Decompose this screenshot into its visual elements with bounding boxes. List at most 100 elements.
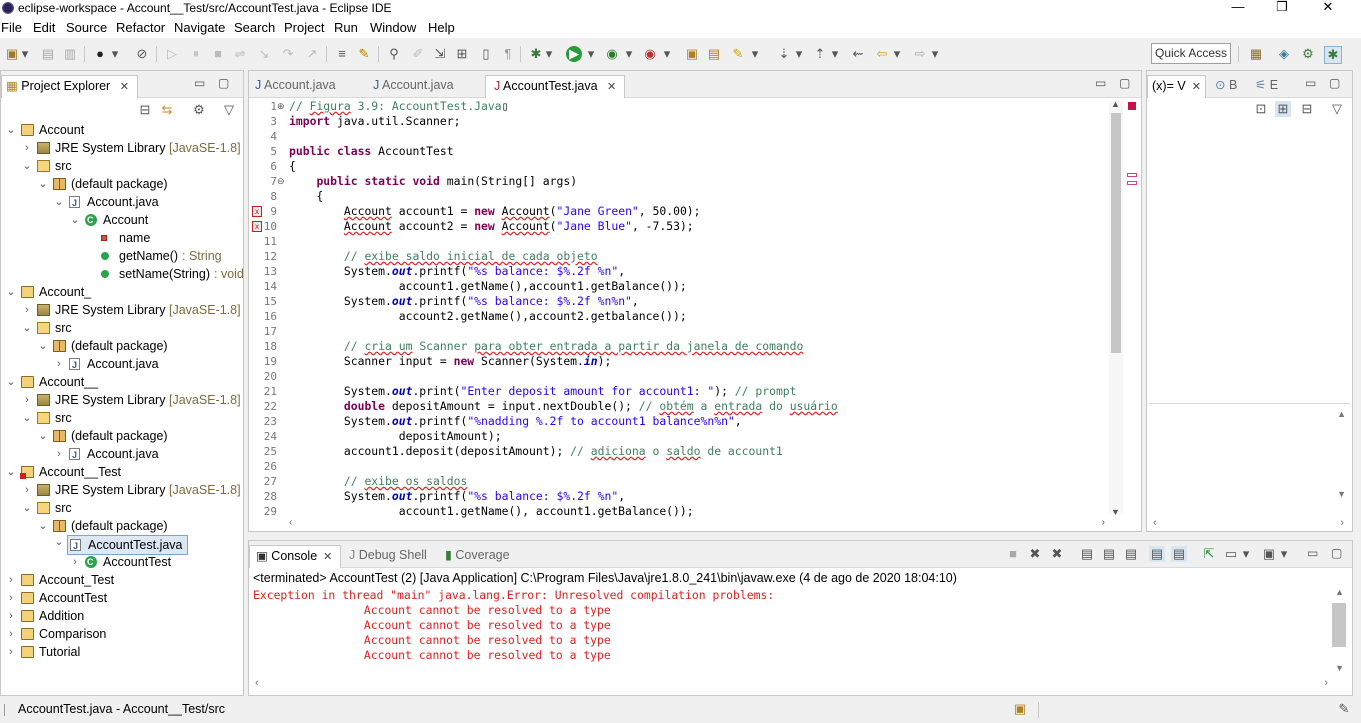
code-line[interactable]: // Figura 3.9: AccountTest.Java▯: [289, 99, 508, 114]
tree-item-java[interactable]: AccountTest.java: [67, 535, 188, 555]
java-perspective-icon[interactable]: ⚙: [1300, 46, 1316, 62]
maximize-icon[interactable]: ▢: [1329, 76, 1340, 90]
next-annotation-dropdown-icon[interactable]: ▾: [794, 46, 804, 62]
expand-fold-icon[interactable]: ⊕: [277, 99, 285, 114]
collapse-fold-icon[interactable]: ⊖: [277, 174, 285, 189]
menu-source[interactable]: Source: [66, 20, 107, 35]
step-into-icon[interactable]: ↘: [256, 46, 272, 62]
menu-navigate[interactable]: Navigate: [174, 20, 225, 35]
minimize-icon[interactable]: ▭: [1095, 76, 1106, 90]
editor-vertical-scrollbar[interactable]: ▲ ▼: [1109, 99, 1123, 517]
chevron-right-icon[interactable]: ›: [21, 481, 33, 499]
minimize-icon[interactable]: ▭: [194, 76, 205, 90]
close-icon[interactable]: ✕: [120, 81, 129, 93]
tree-item-field[interactable]: name: [1, 229, 241, 247]
tree-item-proj[interactable]: › Addition: [1, 607, 241, 625]
scroll-right-icon[interactable]: ›: [1102, 517, 1105, 528]
chevron-down-icon[interactable]: ⌄: [53, 535, 65, 548]
tree-item-src[interactable]: ⌄ src: [1, 409, 241, 427]
menu-refactor[interactable]: Refactor: [116, 20, 165, 35]
notifications-icon[interactable]: ✎: [1336, 701, 1352, 717]
view-menu-icon[interactable]: ▽: [221, 102, 237, 118]
code-line[interactable]: System.out.printf("%s balance: $%.2f %n%…: [289, 294, 639, 309]
code-line[interactable]: public class AccountTest: [289, 144, 454, 159]
chevron-down-icon[interactable]: ⌄: [37, 337, 49, 355]
code-line[interactable]: public static void main(String[] args): [289, 174, 577, 189]
close-window-button[interactable]: ✕: [1305, 0, 1351, 18]
code-line[interactable]: {: [289, 159, 296, 174]
tab-breakpoints[interactable]: ⊙ B: [1215, 75, 1237, 97]
menu-file[interactable]: File: [1, 20, 22, 35]
menu-edit[interactable]: Edit: [33, 20, 55, 35]
view-menu-icon[interactable]: ▽: [1329, 101, 1345, 117]
scroll-right-icon[interactable]: ›: [1324, 677, 1328, 689]
tree-item-pkg[interactable]: ⌄ (default package): [1, 427, 241, 445]
filters-icon[interactable]: ⚙: [191, 102, 207, 118]
pilcrow-icon[interactable]: ¶: [500, 46, 516, 62]
collapse-all-icon[interactable]: ⊟: [1299, 101, 1315, 117]
menu-window[interactable]: Window: [370, 20, 416, 35]
tree-item-proj[interactable]: › Account_Test: [1, 571, 241, 589]
chevron-right-icon[interactable]: ›: [5, 571, 17, 589]
tab-coverage[interactable]: ▮ Coverage: [445, 545, 510, 567]
chevron-down-icon[interactable]: ⌄: [37, 175, 49, 193]
minimize-button[interactable]: —: [1215, 0, 1261, 18]
chevron-down-icon[interactable]: ⌄: [5, 373, 17, 391]
chevron-down-icon[interactable]: ⌄: [21, 319, 33, 337]
new-icon[interactable]: ▣: [4, 46, 20, 62]
error-marker[interactable]: [1127, 181, 1137, 185]
mark-occurrences-icon[interactable]: ✎: [356, 46, 372, 62]
skip-breakpoints-icon[interactable]: ⊘: [134, 46, 150, 62]
tab-account-java-1[interactable]: J Account.java: [255, 75, 336, 97]
code-line[interactable]: System.out.printf("%s balance: $%.2f %n"…: [289, 264, 625, 279]
forward-icon[interactable]: ⇨: [912, 46, 928, 62]
new-dropdown-icon[interactable]: ▾: [20, 46, 30, 62]
code-line[interactable]: Account account1 = new Account("Jane Gre…: [289, 204, 701, 219]
tab-account-java-2[interactable]: J Account.java: [373, 75, 454, 97]
tree-item-class[interactable]: › AccountTest: [1, 553, 241, 571]
new-java-project-icon[interactable]: ▣: [684, 46, 700, 62]
show-logical-structure-icon[interactable]: ⊞: [1275, 101, 1291, 117]
quick-access-input[interactable]: Quick Access: [1151, 43, 1231, 64]
maximize-icon[interactable]: ▢: [218, 76, 229, 90]
menu-project[interactable]: Project: [284, 20, 324, 35]
show-type-names-icon[interactable]: ⊡: [1253, 101, 1269, 117]
minimize-icon[interactable]: ▭: [1307, 546, 1318, 560]
tree-item-pkg[interactable]: ⌄ (default package): [1, 175, 241, 193]
error-marker-icon[interactable]: x: [252, 206, 262, 217]
tree-item-proj[interactable]: ⌄ Account_: [1, 283, 241, 301]
tree-item-proj[interactable]: › Tutorial: [1, 643, 241, 661]
chevron-right-icon[interactable]: ›: [5, 589, 17, 607]
last-edit-icon[interactable]: ⇜: [850, 46, 866, 62]
tree-item-src[interactable]: ⌄ src: [1, 499, 241, 517]
tree-item-class[interactable]: ⌄ Account: [1, 211, 241, 229]
overview-ruler[interactable]: [1125, 101, 1139, 521]
open-console-icon[interactable]: ▣: [1261, 546, 1277, 562]
tree-item-lib[interactable]: › JRE System Library [JavaSE-1.8]: [1, 391, 241, 409]
dropdown-icon[interactable]: ▾: [110, 46, 120, 62]
maximize-icon[interactable]: ▢: [1119, 76, 1130, 90]
tab-console[interactable]: ▣ Console ✕: [249, 545, 342, 568]
error-marker-icon[interactable]: x: [252, 221, 262, 232]
error-marker[interactable]: [1127, 173, 1137, 177]
chevron-right-icon[interactable]: ›: [5, 643, 17, 661]
tree-item-pkg[interactable]: ⌄ (default package): [1, 517, 241, 535]
annotation-icon[interactable]: ✐: [410, 46, 426, 62]
code-line[interactable]: System.out.print("Enter deposit amount f…: [289, 384, 797, 399]
tree-item-proj[interactable]: › AccountTest: [1, 589, 241, 607]
scroll-down-icon[interactable]: ▼: [1337, 489, 1346, 499]
chevron-right-icon[interactable]: ›: [53, 355, 65, 373]
chevron-down-icon[interactable]: ⌄: [5, 463, 17, 481]
tree-item-proj[interactable]: › Comparison: [1, 625, 241, 643]
menu-search[interactable]: Search: [234, 20, 275, 35]
code-line[interactable]: {: [289, 189, 323, 204]
code-line[interactable]: account1.getName(), account1.getBalance(…: [289, 504, 694, 519]
display-console-icon[interactable]: ▭: [1223, 546, 1239, 562]
code-line[interactable]: // exibe os saldos: [289, 474, 467, 489]
coverage-icon[interactable]: ◉: [604, 46, 620, 62]
close-icon[interactable]: ✕: [323, 551, 332, 563]
code-line[interactable]: // cria um Scanner para obter entrada a …: [289, 339, 804, 354]
menu-run[interactable]: Run: [334, 20, 358, 35]
terminate-icon[interactable]: ■: [210, 46, 226, 62]
chevron-right-icon[interactable]: ›: [5, 607, 17, 625]
